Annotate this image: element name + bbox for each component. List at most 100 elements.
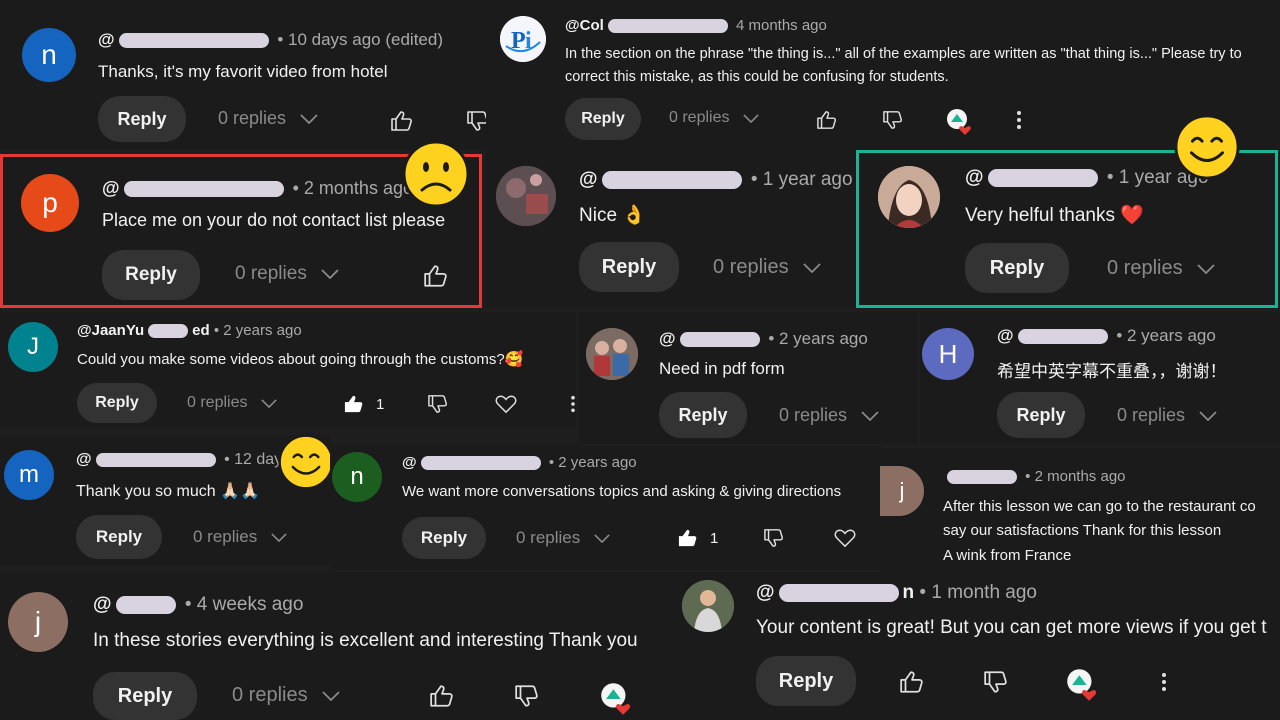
view-replies-button[interactable]: 0 replies bbox=[235, 263, 339, 285]
view-replies-button[interactable]: 0 replies bbox=[779, 405, 879, 426]
sad-face-emoji bbox=[402, 140, 470, 213]
comment-text: A wink from France bbox=[943, 547, 1072, 564]
creator-heart-icon[interactable] bbox=[1066, 668, 1100, 702]
heart-icon[interactable] bbox=[834, 528, 856, 548]
comment-author[interactable]: @ bbox=[997, 326, 1014, 345]
chevron-down-icon bbox=[802, 262, 821, 273]
comment-card: H @ • 2 years ago 希望中英字幕不重叠，，谢谢！ Reply 0… bbox=[920, 312, 1280, 444]
comment-time[interactable]: 4 weeks ago bbox=[197, 594, 304, 615]
reply-button[interactable]: Reply bbox=[98, 96, 186, 142]
view-replies-button[interactable]: 0 replies bbox=[1107, 257, 1215, 280]
avatar[interactable]: j bbox=[8, 592, 68, 652]
comment-time[interactable]: 4 months ago bbox=[736, 17, 827, 34]
comment-time[interactable]: 2 years ago bbox=[558, 454, 636, 471]
comment-author[interactable]: @ bbox=[98, 30, 115, 49]
chevron-down-icon bbox=[321, 690, 340, 701]
happy-face-emoji bbox=[1174, 114, 1240, 185]
comment-time[interactable]: 2 years ago bbox=[1127, 326, 1216, 345]
chevron-down-icon bbox=[300, 113, 318, 124]
thumbs-up-icon[interactable] bbox=[899, 670, 925, 694]
chevron-down-icon bbox=[743, 113, 760, 123]
reply-button[interactable]: Reply bbox=[965, 243, 1069, 293]
comment-author[interactable]: @Col bbox=[565, 17, 604, 34]
heart-icon[interactable] bbox=[495, 394, 517, 414]
thumbs-up-icon[interactable] bbox=[423, 264, 449, 288]
comment-author[interactable]: @ bbox=[76, 451, 92, 468]
reply-button[interactable]: Reply bbox=[402, 517, 486, 559]
thumbs-down-icon[interactable] bbox=[763, 528, 785, 548]
more-vert-icon[interactable] bbox=[1161, 672, 1167, 692]
thumbs-up-icon[interactable] bbox=[816, 110, 838, 130]
reply-button[interactable]: Reply bbox=[93, 672, 197, 720]
comment-time[interactable]: 2 years ago bbox=[223, 322, 301, 339]
comment-author[interactable]: @ bbox=[579, 169, 598, 190]
view-replies-button[interactable]: 0 replies bbox=[232, 684, 340, 707]
view-replies-button[interactable]: 0 replies bbox=[713, 256, 821, 279]
comment-card: @ • 1 year ago Nice 👌 Reply 0 replies bbox=[486, 150, 856, 308]
comment-author[interactable]: @ bbox=[965, 167, 984, 188]
comment-text: Very helful thanks ❤️ bbox=[965, 205, 1144, 226]
comment-text: After this lesson we can go to the resta… bbox=[943, 498, 1256, 515]
avatar[interactable] bbox=[682, 580, 734, 632]
avatar[interactable]: j bbox=[880, 466, 924, 516]
comment-time[interactable]: 10 days ago (edited) bbox=[288, 30, 443, 49]
reply-button[interactable]: Reply bbox=[77, 383, 157, 423]
comment-text: Thanks, it's my favorit video from hotel bbox=[98, 62, 388, 81]
thumbs-down-icon[interactable] bbox=[983, 670, 1009, 694]
thumbs-up-icon[interactable] bbox=[343, 394, 365, 414]
reply-button[interactable]: Reply bbox=[659, 392, 747, 438]
thumbs-down-icon[interactable] bbox=[427, 394, 449, 414]
reply-button[interactable]: Reply bbox=[565, 98, 641, 140]
comment-author[interactable]: @ bbox=[402, 454, 417, 471]
avatar[interactable]: m bbox=[4, 450, 54, 500]
reply-button[interactable]: Reply bbox=[579, 242, 679, 292]
creator-heart-icon[interactable] bbox=[946, 108, 974, 136]
comment-time[interactable]: 1 month ago bbox=[931, 582, 1037, 603]
avatar[interactable]: n bbox=[332, 452, 382, 502]
comment-text: Could you make some videos about going t… bbox=[77, 351, 524, 368]
view-replies-button[interactable]: 0 replies bbox=[218, 108, 318, 129]
comment-card: n @ • 2 years ago We want more conversat… bbox=[330, 446, 882, 570]
avatar[interactable] bbox=[496, 166, 556, 226]
avatar[interactable] bbox=[878, 166, 940, 228]
avatar[interactable]: J bbox=[8, 322, 58, 372]
thumbs-up-icon[interactable] bbox=[677, 528, 699, 548]
comment-time[interactable]: 2 months ago bbox=[304, 178, 413, 198]
thumbs-down-icon[interactable] bbox=[882, 110, 904, 130]
avatar[interactable]: p bbox=[21, 174, 79, 232]
view-replies-button[interactable]: 0 replies bbox=[669, 109, 760, 127]
reply-button[interactable]: Reply bbox=[997, 392, 1085, 438]
avatar[interactable]: Pi bbox=[500, 16, 546, 62]
more-vert-icon[interactable] bbox=[570, 395, 576, 413]
reply-button[interactable]: Reply bbox=[102, 250, 200, 300]
reply-button[interactable]: Reply bbox=[756, 656, 856, 706]
view-replies-button[interactable]: 0 replies bbox=[516, 528, 610, 548]
comment-author[interactable]: @ bbox=[659, 329, 676, 348]
thumbs-up-icon[interactable] bbox=[390, 110, 414, 132]
avatar[interactable]: H bbox=[922, 328, 974, 380]
avatar[interactable] bbox=[586, 328, 638, 380]
comment-author[interactable]: @ n bbox=[756, 582, 914, 603]
comment-card: j @ • 4 weeks ago In these stories every… bbox=[0, 572, 686, 720]
comment-text: Thank you so much 🙏🏻🙏🏻 bbox=[76, 483, 260, 500]
comment-time[interactable]: 2 years ago bbox=[779, 329, 868, 348]
avatar[interactable]: n bbox=[22, 28, 76, 82]
comment-card: n @ • 10 days ago (edited) Thanks, it's … bbox=[0, 0, 486, 150]
comment-time[interactable]: 1 year ago bbox=[763, 169, 853, 190]
thumbs-down-icon[interactable] bbox=[466, 110, 486, 132]
comment-author[interactable]: @JaanYu ed bbox=[77, 322, 210, 339]
more-vert-icon[interactable] bbox=[1016, 110, 1022, 130]
comment-author[interactable]: @ bbox=[102, 178, 120, 198]
chevron-down-icon bbox=[321, 269, 339, 279]
comment-time[interactable]: 2 months ago bbox=[1035, 468, 1126, 485]
chevron-down-icon bbox=[271, 532, 287, 542]
thumbs-down-icon[interactable] bbox=[514, 684, 540, 708]
comment-author[interactable]: @ bbox=[93, 594, 112, 615]
reply-button[interactable]: Reply bbox=[76, 515, 162, 559]
view-replies-button[interactable]: 0 replies bbox=[193, 527, 287, 547]
like-count: 1 bbox=[376, 396, 385, 413]
view-replies-button[interactable]: 0 replies bbox=[187, 394, 278, 412]
creator-heart-icon[interactable] bbox=[600, 682, 634, 716]
thumbs-up-icon[interactable] bbox=[429, 684, 455, 708]
view-replies-button[interactable]: 0 replies bbox=[1117, 405, 1217, 426]
